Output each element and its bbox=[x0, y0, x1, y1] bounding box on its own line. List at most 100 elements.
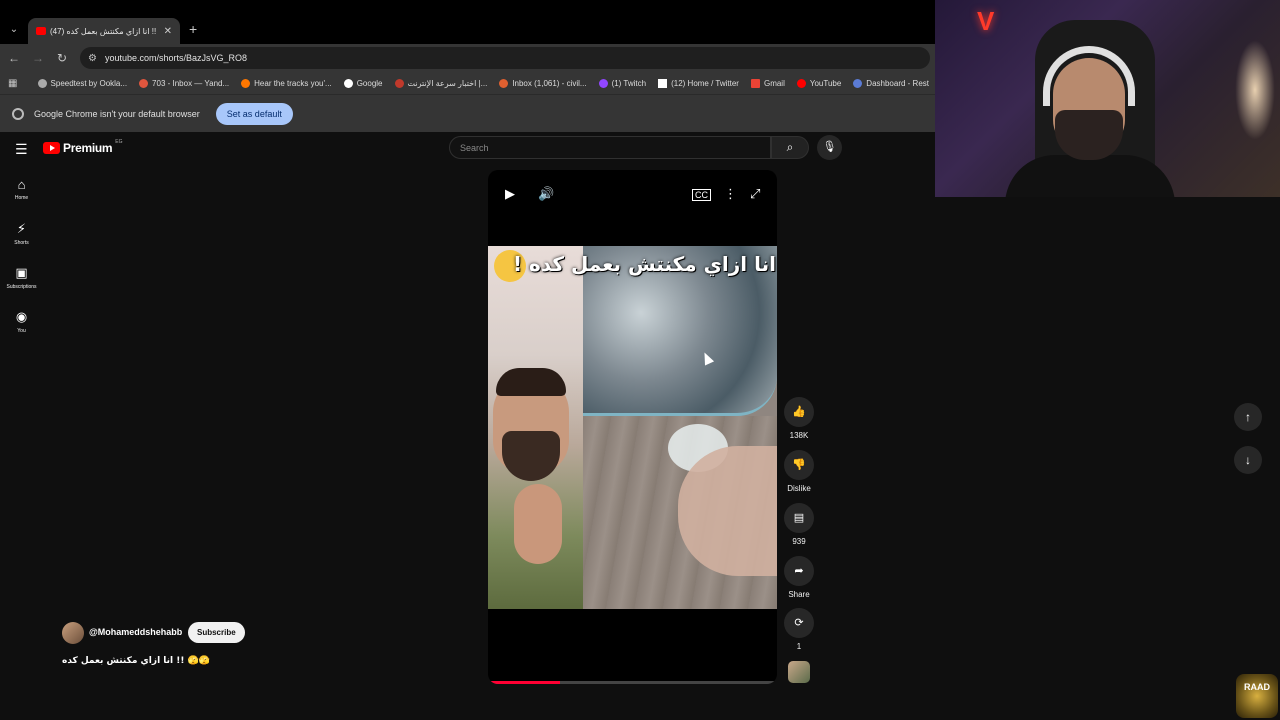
microphone-icon[interactable]: 🎙 bbox=[817, 135, 842, 160]
dislike-label: Dislike bbox=[787, 484, 811, 493]
next-short-icon[interactable]: ↓ bbox=[1234, 446, 1262, 474]
dashboard-icon bbox=[853, 78, 863, 88]
new-tab-icon[interactable]: + bbox=[189, 21, 197, 37]
google-icon bbox=[343, 78, 353, 88]
subscribe-button[interactable]: Subscribe bbox=[188, 622, 245, 643]
remix-button[interactable]: ⟳ 1 bbox=[782, 608, 816, 651]
streamer-beard bbox=[1055, 110, 1123, 160]
default-browser-infobar: Google Chrome isn't your default browser… bbox=[0, 94, 935, 132]
bookmark-speedtest[interactable]: Speedtest by Ookla... bbox=[32, 78, 134, 88]
fullscreen-icon[interactable]: ⤢ bbox=[750, 186, 760, 202]
clip-hand bbox=[678, 446, 777, 576]
channel-avatar[interactable] bbox=[62, 622, 84, 644]
menu-icon[interactable]: ☰ bbox=[15, 141, 28, 158]
tab-search-icon[interactable]: ⌄ bbox=[6, 22, 22, 38]
share-label: Share bbox=[788, 590, 810, 599]
youtube-favicon-icon bbox=[36, 27, 46, 35]
account-icon: ◉ bbox=[15, 309, 28, 324]
youtube-icon bbox=[796, 78, 806, 88]
guide-subscriptions-label: Subscriptions bbox=[6, 284, 37, 290]
youtube-premium-logo[interactable]: Premium EG bbox=[43, 139, 123, 155]
channel-handle[interactable]: @Mohameddshehabb bbox=[89, 627, 182, 637]
guide-home-label: Home bbox=[14, 195, 29, 201]
chrome-icon bbox=[12, 107, 24, 120]
streamer-webcam: V bbox=[935, 0, 1280, 197]
apps-grid-icon[interactable]: ▦ bbox=[8, 78, 32, 89]
yandex-icon bbox=[139, 78, 149, 88]
guide-home[interactable]: ⌂ Home bbox=[0, 177, 43, 201]
bookmark-soundcloud[interactable]: Hear the tracks you'... bbox=[235, 78, 338, 88]
bookmark-speed-test-ar[interactable]: اختبار سرعة الإنترنت |... bbox=[389, 78, 494, 88]
x-twitter-icon bbox=[658, 78, 668, 88]
creator-beard bbox=[502, 431, 560, 481]
soundcloud-icon bbox=[241, 78, 251, 88]
guide-you[interactable]: ◉ You bbox=[0, 309, 43, 334]
url-text: youtube.com/shorts/BazJsVG_RO8 bbox=[104, 53, 248, 63]
comment-count: 939 bbox=[792, 537, 806, 546]
region-code: EG bbox=[115, 139, 123, 145]
progress-fill bbox=[488, 681, 561, 684]
tab-strip: ⌄ (47) انا ازاي مكنتش بعمل كده !! ✕ + bbox=[0, 0, 935, 44]
speed-test-ar-icon bbox=[394, 78, 404, 88]
forward-icon[interactable]: → bbox=[30, 50, 46, 66]
bookmark-twitter[interactable]: (12) Home / Twitter bbox=[652, 78, 745, 88]
lamp-light bbox=[1235, 40, 1275, 140]
previous-short-icon[interactable]: ↑ bbox=[1234, 403, 1262, 431]
youtube-logo-icon bbox=[43, 142, 60, 154]
share-button[interactable]: ➦ Share bbox=[782, 556, 816, 599]
creator-hair bbox=[496, 368, 566, 396]
set-as-default-button[interactable]: Set as default bbox=[215, 102, 293, 125]
creator-side bbox=[488, 246, 583, 609]
bookmark-dashboard[interactable]: Dashboard - Rest bbox=[847, 78, 935, 88]
play-icon[interactable]: ▶ bbox=[505, 186, 515, 202]
sound-thumbnail[interactable] bbox=[788, 661, 810, 683]
captions-icon[interactable]: CC bbox=[692, 189, 711, 201]
thumbs-down-icon: 👎 bbox=[784, 450, 814, 480]
active-tab[interactable]: (47) انا ازاي مكنتش بعمل كده !! ✕ bbox=[28, 18, 180, 44]
thumbs-up-icon: 👍 bbox=[784, 397, 814, 427]
remix-count: 1 bbox=[796, 642, 802, 651]
bookmark-yandex-inbox[interactable]: 703 - Inbox — Yand... bbox=[133, 78, 235, 88]
progress-bar[interactable] bbox=[488, 681, 777, 684]
more-options-icon[interactable]: ⋮ bbox=[724, 186, 737, 202]
search-input[interactable]: Search bbox=[449, 136, 771, 159]
dislike-button[interactable]: 👎 Dislike bbox=[782, 450, 816, 493]
raad-badge-logo: RAAD bbox=[1236, 674, 1278, 718]
bookmarks-bar: ▦ Speedtest by Ookla... 703 - Inbox — Ya… bbox=[0, 72, 935, 94]
address-bar[interactable]: ⚙ youtube.com/shorts/BazJsVG_RO8 bbox=[80, 47, 930, 69]
site-info-icon[interactable]: ⚙ bbox=[88, 53, 97, 64]
video-frame[interactable]: انا ازاي مكنتش بعمل كده ! bbox=[488, 246, 777, 609]
speedtest-icon bbox=[37, 78, 47, 88]
shorts-player[interactable]: ▶ 🔊 CC ⋮ ⤢ انا ازاي مكنتش بعمل كده ! bbox=[488, 170, 777, 684]
infobar-message: Google Chrome isn't your default browser bbox=[34, 108, 200, 119]
clip-side bbox=[583, 246, 777, 609]
comment-icon: ▤ bbox=[784, 503, 814, 533]
window-top-bar bbox=[0, 0, 935, 16]
bookmark-gmail[interactable]: Gmail bbox=[745, 78, 791, 88]
like-button[interactable]: 👍 138K bbox=[782, 397, 816, 440]
tab-close-icon[interactable]: ✕ bbox=[164, 26, 172, 37]
bookmark-google[interactable]: Google bbox=[338, 78, 389, 88]
twitch-icon bbox=[598, 78, 608, 88]
short-title: انا ازاي مكنتش بعمل كده !! 🫣🫣 bbox=[62, 656, 211, 666]
volume-icon[interactable]: 🔊 bbox=[538, 186, 554, 202]
neon-logo-icon: V bbox=[977, 6, 995, 36]
search-icon[interactable]: ⌕ bbox=[771, 136, 809, 159]
gmail-icon bbox=[750, 78, 760, 88]
browser-toolbar: ← → ↻ ⚙ youtube.com/shorts/BazJsVG_RO8 bbox=[0, 44, 935, 72]
back-icon[interactable]: ← bbox=[6, 50, 22, 66]
bookmark-inbox[interactable]: Inbox (1,061) - civil... bbox=[493, 78, 592, 88]
bookmark-youtube[interactable]: YouTube bbox=[791, 78, 847, 88]
reload-icon[interactable]: ↻ bbox=[54, 50, 70, 66]
remix-icon: ⟳ bbox=[784, 608, 814, 638]
guide-shorts-label: Shorts bbox=[14, 240, 29, 246]
bookmark-twitch[interactable]: (1) Twitch bbox=[593, 78, 653, 88]
shorts-icon: ⚡ bbox=[16, 221, 27, 236]
guide-you-label: You bbox=[17, 328, 26, 334]
logo-text: Premium bbox=[63, 141, 113, 155]
guide-subscriptions[interactable]: ▣ Subscriptions bbox=[0, 265, 43, 290]
guide-shorts[interactable]: ⚡ Shorts bbox=[0, 221, 43, 246]
tab-title: (47) انا ازاي مكنتش بعمل كده !! bbox=[50, 26, 157, 36]
streamer-body bbox=[1005, 155, 1175, 197]
comments-button[interactable]: ▤ 939 bbox=[782, 503, 816, 546]
